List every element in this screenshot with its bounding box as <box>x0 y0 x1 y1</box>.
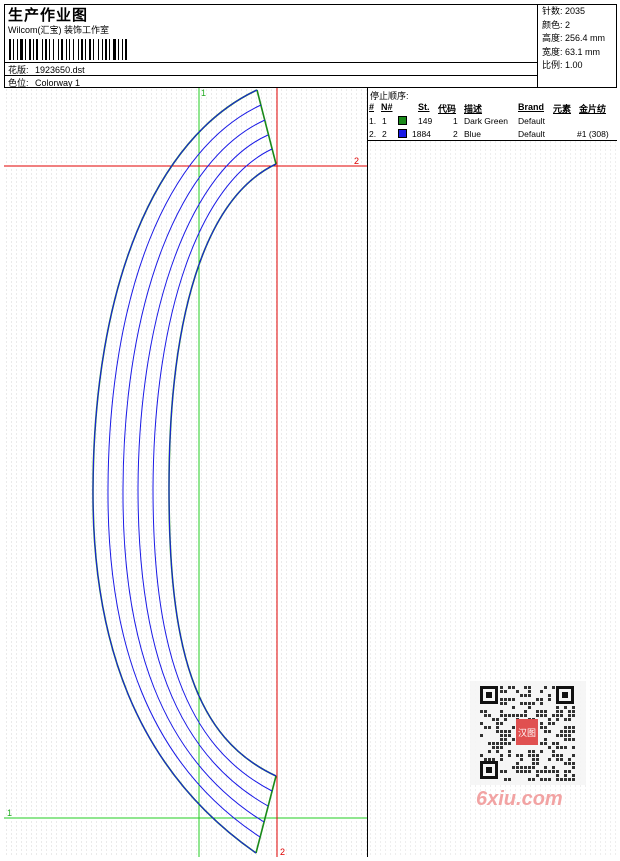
row1-color-swatch <box>398 116 407 125</box>
top-cap <box>256 89 277 165</box>
header-panel: 生产作业图 Wilcom(汇宝) 装饰工作室 花版: 1923650.dst 色… <box>4 4 538 88</box>
sheet-subtitle: Wilcom(汇宝) 装饰工作室 <box>8 25 109 35</box>
satin-stitch-lines <box>92 89 277 854</box>
row1-num: 1. <box>369 116 377 126</box>
watermark-site: 6xiu.com <box>476 788 563 810</box>
design-info: 针数: 2035 颜色: 2 高度: 256.4 mm 宽度: 63.1 mm … <box>538 4 617 88</box>
marker-green-top: 1 <box>201 88 206 98</box>
barcode <box>9 39 127 60</box>
embroidery-drawing: 1 1 2 2 <box>4 88 367 857</box>
watermark-qr: 汉图 <box>470 681 586 785</box>
header-divider <box>4 75 538 76</box>
col-brand: Brand <box>518 102 545 112</box>
stop-sequence-table: 停止顺序: # N# St. 代码 描述 Brand 元素 金片纺 1. 1 1… <box>368 88 617 141</box>
col-stitches: St. <box>418 102 430 112</box>
row2-description: Blue <box>464 129 482 139</box>
row1-brand: Default <box>518 116 545 126</box>
inner-outline <box>168 163 277 777</box>
info-width: 宽度: 63.1 mm <box>542 46 601 57</box>
marker-red-right: 2 <box>354 156 359 166</box>
marker-red-bottom: 2 <box>280 847 285 857</box>
row2-brand: Default <box>518 129 545 139</box>
row1-description: Dark Green <box>464 116 508 126</box>
row2-color-swatch <box>398 129 407 138</box>
row2-num: 2. <box>369 129 377 139</box>
sheet-title: 生产作业图 <box>8 7 89 24</box>
qr-code-icon: 汉图 <box>480 686 575 781</box>
stop-sequence-title: 停止顺序: <box>370 91 409 101</box>
col-description: 描述 <box>464 104 483 114</box>
design-preview: 1 1 2 2 <box>4 88 368 857</box>
row1-code: 1 <box>453 116 458 126</box>
info-colors: 颜色: 2 <box>542 19 571 30</box>
col-sequin: 金片纺 <box>579 104 607 114</box>
colorway-value: Colorway 1 <box>35 78 81 88</box>
row2-element: #1 (308) <box>577 129 609 139</box>
row2-n: 2 <box>382 129 387 139</box>
row2-code: 2 <box>453 129 458 139</box>
design-file-value: 1923650.dst <box>35 65 85 75</box>
row1-n: 1 <box>382 116 387 126</box>
row2-stitches: 1884 <box>412 129 431 139</box>
watermark-stamp: 汉图 <box>518 728 536 739</box>
info-stitches: 针数: 2035 <box>542 6 586 16</box>
marker-green-left: 1 <box>7 808 12 818</box>
row1-stitches: 149 <box>418 116 433 126</box>
col-element: 元素 <box>553 104 572 114</box>
info-height: 高度: 256.4 mm <box>542 33 606 43</box>
col-n: N# <box>381 102 393 112</box>
outer-outline <box>92 89 258 854</box>
info-scale: 比例: 1.00 <box>542 60 583 70</box>
col-code: 代码 <box>438 104 457 114</box>
col-index: # <box>369 102 375 112</box>
